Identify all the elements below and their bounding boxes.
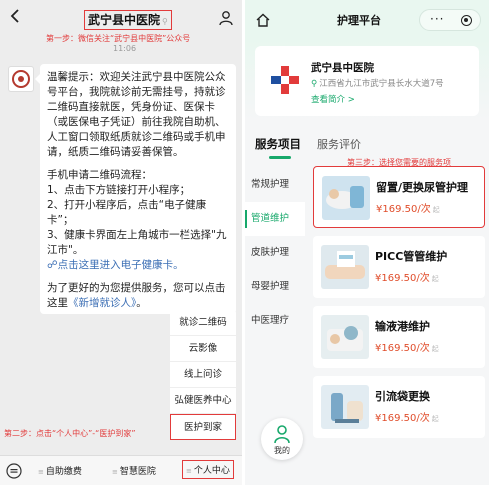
bottom-menu-personal-center-label: 个人中心 xyxy=(193,466,230,476)
personal-center-menu: 就诊二维码 云影像 线上问诊 弘健医养中心 医护到家 xyxy=(170,310,236,440)
service-price: ¥169.50/次起 xyxy=(375,409,439,424)
message-step-b: 2、打开小程序后，点击“电子健康卡”； xyxy=(47,199,207,226)
category-routine-care[interactable]: 常规护理 xyxy=(245,168,305,202)
menu-item-cloud-imaging[interactable]: 云影像 xyxy=(170,336,236,362)
message-step-c: 3、健康卡界面左上角城市一栏选择"九江市"。 xyxy=(47,229,227,256)
service-list: 留置/更换尿管护理 ¥169.50/次起 PICC管管维护 ¥169.50/次起… xyxy=(313,166,485,446)
close-target-icon[interactable] xyxy=(461,15,472,26)
message-para1: 温馨提示：欢迎关注武宁县中医院公众号平台，我院就诊前无需挂号，持就诊二维码直接就… xyxy=(47,71,226,158)
service-card[interactable]: 引流袋更换 ¥169.50/次起 xyxy=(313,376,485,438)
tab-service-items[interactable]: 服务项目 xyxy=(255,136,301,159)
platform-title: 护理平台 xyxy=(337,14,381,27)
link-icon: ☍ xyxy=(47,259,58,271)
search-icon: ⚲ xyxy=(162,17,168,26)
bottom-menu-bar: ≡ 自助缴费 ≡ 智慧医院 ≡ 个人中心 xyxy=(0,455,242,485)
service-name: 引流袋更换 xyxy=(375,390,430,403)
category-tcm-therapy[interactable]: 中医理疗 xyxy=(245,304,305,338)
nursing-platform-panel: 护理平台 ··· 武宁县中医院 ⚲ 江西省九江市武宁县长水大道7号 查看简介 > … xyxy=(245,0,489,485)
home-icon[interactable] xyxy=(255,12,271,28)
bottom-menu-self-pay[interactable]: ≡ 自助缴费 xyxy=(38,464,82,477)
service-price: ¥169.50/次起 xyxy=(376,200,440,215)
platform-header: 护理平台 ··· xyxy=(245,0,489,40)
wechat-chat-panel: 武宁县中医院 ⚲ 第一步：微信关注“武宁县中医院”公众号 11:06 温馨提示：欢… xyxy=(0,0,242,485)
service-price: ¥169.50/次起 xyxy=(375,339,439,354)
menu-item-qr-code[interactable]: 就诊二维码 xyxy=(170,310,236,336)
message-time: 11:06 xyxy=(113,44,137,53)
add-patient-link[interactable]: 《新增就诊人》 xyxy=(68,297,136,309)
service-price-from: 起 xyxy=(431,345,439,353)
account-avatar[interactable] xyxy=(8,66,34,92)
my-button-label: 我的 xyxy=(274,446,290,455)
menu-item-online-consult[interactable]: 线上问诊 xyxy=(170,362,236,388)
service-name: PICC管管维护 xyxy=(375,250,448,263)
bottom-menu-smart-hospital[interactable]: ≡ 智慧医院 xyxy=(112,464,156,477)
view-intro-link[interactable]: 查看简介 > xyxy=(311,93,355,105)
hospital-name: 武宁县中医院 xyxy=(311,62,374,74)
step2-annotation: 第二步：点击“个人中心”-“医护到家” xyxy=(4,429,136,438)
category-maternal-infant-care[interactable]: 母婴护理 xyxy=(245,270,305,304)
message-step-a: 1、点击下方链接打开小程序； xyxy=(47,184,191,196)
service-price-value: ¥169.50/次 xyxy=(376,204,431,215)
health-card-link-text: 点击这里进入电子健康卡。 xyxy=(57,259,184,271)
hospital-address: ⚲ 江西省九江市武宁县长水大道7号 xyxy=(311,77,444,89)
health-card-link[interactable]: ☍点击这里进入电子健康卡。 xyxy=(47,258,230,273)
service-name: 输液港维护 xyxy=(375,320,430,333)
menu-item-home-nursing[interactable]: 医护到家 xyxy=(170,414,236,440)
account-title-text: 武宁县中医院 xyxy=(88,13,161,27)
service-price-from: 起 xyxy=(432,206,440,214)
back-arrow-icon[interactable] xyxy=(8,8,22,24)
chat-header: 武宁县中医院 ⚲ 第一步：微信关注“武宁县中医院”公众号 11:06 xyxy=(0,0,242,56)
tab-service-reviews[interactable]: 服务评价 xyxy=(317,136,361,152)
service-name: 留置/更换尿管护理 xyxy=(376,181,469,194)
message-para3: 为了更好的为您提供服务，您可以点击这里《新增就诊人》。 xyxy=(47,281,230,311)
category-tube-maintenance[interactable]: 管道维护 xyxy=(245,202,305,236)
bottom-menu-personal-center[interactable]: ≡ 个人中心 xyxy=(182,460,234,479)
profile-icon[interactable] xyxy=(218,10,234,26)
menu-item-care-center[interactable]: 弘健医养中心 xyxy=(170,388,236,414)
service-thumbnail xyxy=(321,385,369,429)
service-price-value: ¥169.50/次 xyxy=(375,273,430,284)
hospital-logo-icon xyxy=(271,66,299,94)
service-price-from: 起 xyxy=(431,415,439,423)
category-skin-care[interactable]: 皮肤护理 xyxy=(245,236,305,270)
service-thumbnail xyxy=(321,245,369,289)
hospital-card[interactable]: 武宁县中医院 ⚲ 江西省九江市武宁县长水大道7号 查看简介 > xyxy=(255,46,479,116)
service-card[interactable]: 留置/更换尿管护理 ¥169.50/次起 xyxy=(313,166,485,228)
miniprogram-capsule: ··· xyxy=(419,9,481,31)
service-price-from: 起 xyxy=(431,275,439,283)
bottom-menu-smart-hospital-label: 智慧医院 xyxy=(119,467,156,477)
my-button[interactable]: 我的 xyxy=(261,418,303,460)
service-thumbnail xyxy=(321,315,369,359)
more-icon[interactable]: ··· xyxy=(430,12,444,26)
bottom-menu-self-pay-label: 自助缴费 xyxy=(45,467,82,477)
service-price-value: ¥169.50/次 xyxy=(375,343,430,354)
message-para3-end: 。 xyxy=(136,297,147,309)
keyboard-icon[interactable] xyxy=(6,463,22,479)
step1-annotation: 第一步：微信关注“武宁县中医院”公众号 xyxy=(46,34,191,43)
service-card[interactable]: 输液港维护 ¥169.50/次起 xyxy=(313,306,485,368)
service-price-value: ¥169.50/次 xyxy=(375,413,430,424)
welcome-message: 温馨提示：欢迎关注武宁县中医院公众号平台，我院就诊前无需挂号，持就诊二维码直接就… xyxy=(35,64,236,314)
message-para2-head: 手机申请二维码流程： xyxy=(47,169,152,181)
service-price: ¥169.50/次起 xyxy=(375,269,439,284)
person-icon xyxy=(274,425,290,444)
service-tabs: 服务项目 服务评价 xyxy=(245,130,489,159)
service-thumbnail xyxy=(322,176,370,220)
location-pin-icon: ⚲ xyxy=(311,79,318,89)
service-card[interactable]: PICC管管维护 ¥169.50/次起 xyxy=(313,236,485,298)
account-title[interactable]: 武宁县中医院 ⚲ xyxy=(84,10,172,30)
hospital-address-text: 江西省九江市武宁县长水大道7号 xyxy=(319,79,444,89)
